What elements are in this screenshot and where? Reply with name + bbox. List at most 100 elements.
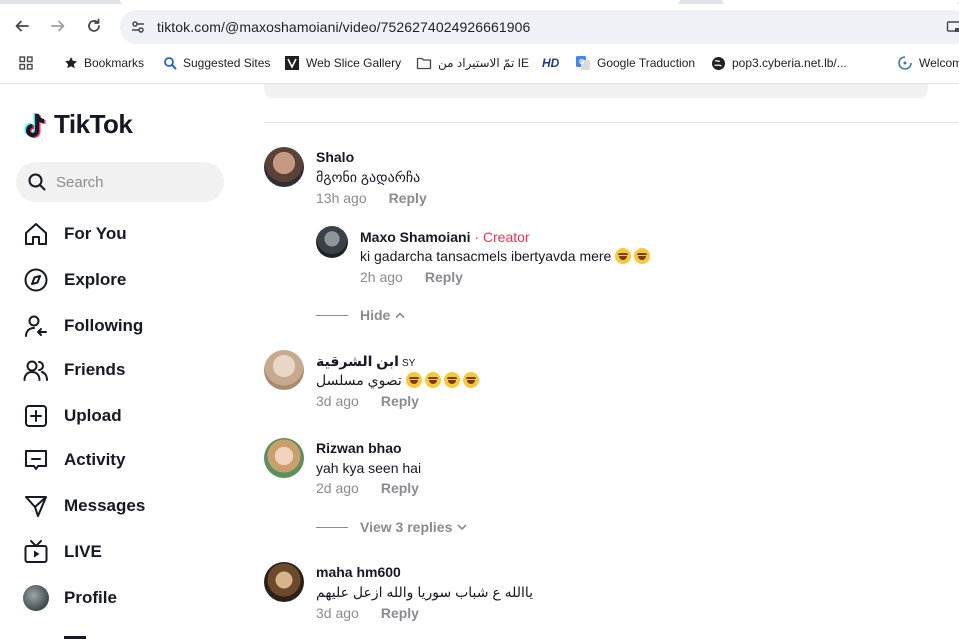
comment-meta: 3d ago Reply: [316, 393, 419, 409]
cast-icon[interactable]: [946, 19, 959, 35]
avatar-maxo[interactable]: [316, 226, 348, 258]
reply-button[interactable]: Reply: [381, 605, 419, 621]
svg-text:G: G: [579, 59, 585, 66]
address-bar[interactable]: tiktok.com/@maxoshamoiani/video/75262740…: [120, 10, 959, 44]
laughing-emoji-icon: [462, 372, 479, 388]
nav-label: Explore: [64, 270, 127, 289]
live-icon: [22, 538, 50, 566]
nav-label: For You: [64, 224, 127, 243]
comment-text: yah kya seen hai: [316, 460, 422, 476]
view-replies-button[interactable]: View 3 replies: [316, 519, 468, 535]
url-text[interactable]: tiktok.com/@maxoshamoiani/video/75262740…: [157, 19, 530, 35]
apps-grid-icon: [19, 56, 33, 70]
comment-username[interactable]: ابن الشرقية SY: [316, 353, 415, 370]
suggested-sites-icon: [164, 57, 177, 70]
nav-label: Messages: [64, 496, 146, 515]
hd-icon: HD: [542, 56, 560, 70]
reply-button[interactable]: Reply: [381, 480, 419, 496]
chevron-up-icon: [396, 312, 405, 318]
laughing-emoji-icon: [443, 372, 460, 388]
friends-icon: [22, 356, 50, 384]
search-icon: [28, 173, 46, 191]
comment-time: 3d ago: [316, 393, 359, 409]
comment-meta: 13h ago Reply: [316, 190, 427, 206]
reply-username[interactable]: Maxo Shamoiani · Creator: [360, 229, 530, 245]
bookmark-label: تمّ الاستيراد من IE: [438, 56, 530, 70]
comment-text: ياالله ع شباب سوريا والله ازعل عليهم: [316, 584, 534, 600]
bookmark-welcome[interactable]: Welcom: [897, 54, 959, 72]
view-replies-label: View 3 replies: [360, 519, 453, 535]
comment-username-text: ابن الشرقية: [316, 353, 399, 369]
globe-icon: [712, 56, 725, 70]
google-translate-icon: G: [576, 56, 590, 70]
compass-icon: [22, 266, 50, 294]
browser-toolbar: tiktok.com/@maxoshamoiani/video/75262740…: [0, 4, 959, 48]
tiktok-note-icon: [24, 112, 46, 138]
reply-time: 2h ago: [360, 269, 403, 285]
nav-for-you[interactable]: For You: [22, 219, 127, 249]
reload-button[interactable]: [80, 12, 108, 40]
reply-meta: 2h ago Reply: [360, 269, 463, 285]
laughing-emoji-icon: [424, 372, 441, 388]
comment-meta: 2d ago Reply: [316, 480, 419, 496]
comment-text: მგონი გადარჩა: [316, 169, 421, 185]
bookmark-label: Suggested Sites: [183, 56, 271, 70]
avatar-shalo[interactable]: [264, 147, 304, 187]
avatar-ibn-alsharqia[interactable]: [264, 350, 304, 390]
bookmark-google-traduction[interactable]: G Google Traduction: [575, 54, 695, 72]
nav-profile[interactable]: Profile: [22, 583, 117, 613]
country-badge: SY: [401, 358, 416, 369]
nav-activity[interactable]: Activity: [22, 445, 125, 475]
apps-button[interactable]: [18, 54, 40, 72]
bookmark-label: Bookmarks: [84, 56, 145, 70]
nav-label: Following: [64, 316, 144, 335]
hide-label: Hide: [360, 307, 391, 323]
site-info-icon[interactable]: [130, 19, 146, 35]
bookmark-label: pop3.cyberia.net.lb/...: [732, 56, 847, 70]
reply-button[interactable]: Reply: [425, 269, 463, 285]
comment-username[interactable]: Rizwan bhao: [316, 440, 402, 456]
bookmark-label: Web Slice Gallery: [306, 56, 402, 70]
back-button[interactable]: [8, 12, 36, 40]
reply-button[interactable]: Reply: [389, 190, 427, 206]
nav-label: LIVE: [64, 542, 102, 561]
comment-time: 2d ago: [316, 480, 359, 496]
reload-icon: [88, 18, 100, 32]
search-box[interactable]: [16, 162, 224, 202]
nav-following[interactable]: Following: [22, 311, 143, 341]
web-slice-icon: [285, 56, 299, 70]
nav-label: Friends: [64, 360, 126, 379]
comment-username[interactable]: maha hm600: [316, 564, 401, 580]
forward-arrow-icon: [51, 20, 65, 32]
bookmark-suggested-sites[interactable]: Suggested Sites: [163, 54, 270, 72]
tiktok-logo[interactable]: TikTok: [24, 109, 133, 140]
nav-upload[interactable]: Upload: [22, 401, 122, 431]
reply-username-text: Maxo Shamoiani: [360, 229, 471, 245]
comment-time: 13h ago: [316, 190, 367, 206]
nav-label: Activity: [64, 450, 126, 469]
comment-username[interactable]: Shalo: [316, 149, 354, 165]
comments-divider: [264, 122, 959, 123]
activity-icon: [22, 446, 50, 474]
nav-friends[interactable]: Friends: [22, 355, 125, 385]
bookmark-hd[interactable]: HD: [542, 54, 559, 72]
logo-text: TikTok: [54, 109, 133, 139]
nav-explore[interactable]: Explore: [22, 265, 126, 295]
laughing-emoji-icon: [615, 248, 632, 264]
nav-live[interactable]: LIVE: [22, 537, 102, 567]
bookmarks-bar: Bookmarks Suggested Sites Web Slice Gall…: [0, 48, 959, 78]
chevron-down-icon: [458, 524, 467, 531]
upload-icon: [22, 402, 50, 430]
bookmark-bookmarks[interactable]: Bookmarks: [64, 54, 144, 72]
reply-button[interactable]: Reply: [381, 393, 419, 409]
avatar-maha[interactable]: [264, 562, 304, 602]
bookmark-ie-imported-folder[interactable]: تمّ الاستيراد من IE: [416, 54, 529, 72]
forward-button[interactable]: [44, 12, 72, 40]
back-arrow-icon: [15, 20, 29, 32]
bookmark-web-slice-gallery[interactable]: Web Slice Gallery: [284, 54, 401, 72]
search-input[interactable]: [56, 162, 216, 202]
avatar-rizwan[interactable]: [264, 438, 304, 478]
bookmark-pop3-cyberia[interactable]: pop3.cyberia.net.lb/...: [711, 54, 847, 72]
nav-messages[interactable]: Messages: [22, 491, 145, 521]
hide-replies-button[interactable]: Hide: [316, 307, 406, 323]
